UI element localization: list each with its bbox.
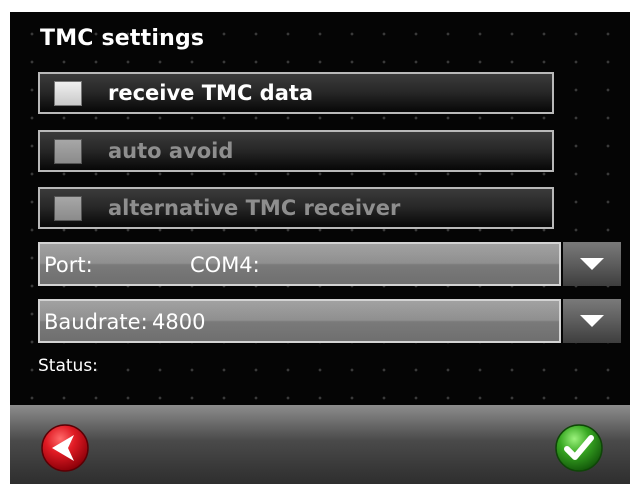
port-select-field[interactable]: Port: COM4: [38, 242, 561, 286]
port-value: COM4: [190, 253, 260, 277]
baudrate-select[interactable]: Baudrate: 4800 [38, 299, 621, 343]
port-dropdown-button[interactable] [563, 242, 621, 286]
bottom-toolbar [10, 405, 630, 484]
receive-tmc-data-option[interactable]: receive TMC data [38, 72, 554, 114]
page-title: TMC settings [40, 26, 205, 51]
back-arrow-icon [41, 424, 89, 472]
dropdown-arrow-icon [580, 258, 604, 270]
ok-button[interactable] [554, 423, 604, 473]
back-button[interactable] [40, 423, 90, 473]
baudrate-dropdown-button[interactable] [563, 299, 621, 343]
baudrate-value: 4800 [152, 310, 206, 334]
checkmark-icon [555, 424, 603, 472]
auto-avoid-label: auto avoid [108, 139, 234, 163]
port-select[interactable]: Port: COM4: [38, 242, 621, 286]
alternative-tmc-receiver-checkbox[interactable] [54, 196, 82, 221]
alternative-tmc-receiver-option[interactable]: alternative TMC receiver [38, 187, 554, 229]
alternative-tmc-receiver-label: alternative TMC receiver [108, 196, 401, 220]
baudrate-select-field[interactable]: Baudrate: 4800 [38, 299, 561, 343]
status-label: Status: [38, 356, 98, 376]
port-label: Port: [44, 253, 93, 277]
tmc-settings-screen: TMC settings receive TMC data auto avoid… [10, 12, 630, 484]
baudrate-label: Baudrate: [44, 310, 148, 334]
dropdown-arrow-icon [580, 315, 604, 327]
auto-avoid-checkbox[interactable] [54, 139, 82, 164]
receive-tmc-data-label: receive TMC data [108, 81, 314, 105]
receive-tmc-data-checkbox[interactable] [54, 81, 82, 106]
auto-avoid-option[interactable]: auto avoid [38, 130, 554, 172]
